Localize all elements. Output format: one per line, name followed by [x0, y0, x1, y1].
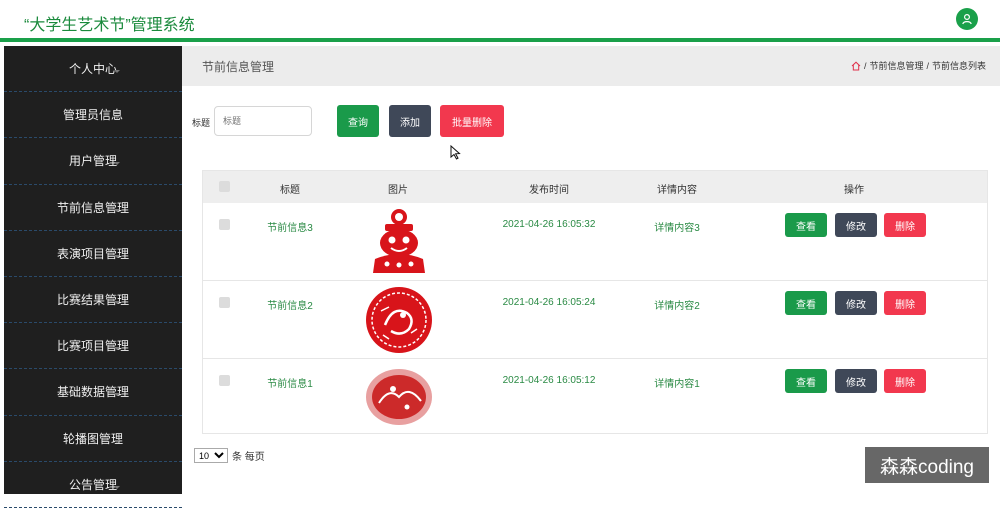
papercut-round-icon [366, 287, 432, 353]
delete-button[interactable]: 删除 [884, 291, 926, 315]
watermark: 森森coding [865, 447, 989, 483]
view-button[interactable]: 查看 [785, 213, 827, 237]
chevron-down-icon [114, 116, 120, 120]
user-avatar-icon[interactable] [956, 8, 978, 30]
cell-publish-time: 2021-04-26 16:05:24 [502, 297, 596, 308]
breadcrumb-separator: / [926, 60, 929, 71]
table-row: 节前信息2 2021-04-26 16:05:24 详情内容2 查看 修改 删除 [203, 281, 987, 359]
chevron-down-icon [114, 347, 120, 351]
column-header-actions: 操作 [844, 185, 864, 196]
cell-title: 节前信息2 [267, 301, 313, 312]
cell-detail: 详情内容1 [654, 379, 700, 390]
row-checkbox[interactable] [219, 297, 230, 308]
sidebar-item-carousel[interactable]: 轮播图管理 [4, 416, 182, 462]
cell-publish-time: 2021-04-26 16:05:12 [502, 375, 596, 386]
mouse-cursor-icon [450, 145, 461, 160]
sidebar-item-admin-info[interactable]: 管理员信息 [4, 92, 182, 139]
main-content: 节前信息管理 / 节前信息管理 / 节前信息列表 标题 查询 添加 批量删除 标… [182, 46, 1000, 494]
column-header-detail: 详情内容 [657, 185, 697, 196]
data-table: 标题 图片 发布时间 详情内容 操作 节前信息3 2021-04-26 16:0… [202, 170, 988, 434]
page-size-suffix: 条 每页 [232, 452, 265, 463]
sidebar-item-base-data[interactable]: 基础数据管理 [4, 369, 182, 416]
breadcrumb-item-list: 节前信息列表 [931, 61, 986, 71]
edit-button[interactable]: 修改 [835, 291, 877, 315]
cell-publish-time: 2021-04-26 16:05:32 [502, 219, 596, 230]
sidebar-item-performance[interactable]: 表演项目管理 [4, 231, 182, 277]
row-checkbox[interactable] [219, 375, 230, 386]
chevron-down-icon [114, 208, 120, 212]
sidebar-item-user-management[interactable]: 用户管理 [4, 138, 182, 185]
table-header: 标题 图片 发布时间 详情内容 操作 [203, 171, 987, 203]
sidebar-item-announcement[interactable]: 公告管理 [4, 462, 182, 508]
sidebar-item-festival-info[interactable]: 节前信息管理 [4, 185, 182, 231]
batch-delete-button[interactable]: 批量删除 [440, 105, 504, 137]
app-title: “大学生艺术节”管理系统 [24, 17, 195, 34]
top-bar: “大学生艺术节”管理系统 [0, 0, 1000, 42]
cell-title: 节前信息1 [267, 379, 313, 390]
delete-button[interactable]: 删除 [884, 213, 926, 237]
sidebar-item-results[interactable]: 比赛结果管理 [4, 277, 182, 324]
chevron-down-icon [114, 393, 120, 397]
papercut-scene-icon [366, 369, 432, 425]
edit-button[interactable]: 修改 [835, 369, 877, 393]
search-label: 标题 [192, 118, 211, 128]
pagination: 10 条 每页 [194, 448, 265, 463]
page-title: 节前信息管理 [202, 60, 275, 74]
select-all-checkbox[interactable] [219, 181, 230, 192]
table-row: 节前信息3 2021-04-26 16:05:32 详情内容3 查看 修改 删除 [203, 203, 987, 281]
sidebar: 个人中心 管理员信息 用户管理 节前信息管理 表演项目管理 比赛结果管理 比赛项… [4, 46, 182, 508]
search-input[interactable] [214, 106, 312, 136]
sidebar-item-personal-center[interactable]: 个人中心 [4, 46, 182, 93]
breadcrumb-bar: 节前信息管理 / 节前信息管理 / 节前信息列表 [182, 46, 1000, 86]
add-button[interactable]: 添加 [389, 105, 431, 137]
delete-button[interactable]: 删除 [884, 369, 926, 393]
row-checkbox[interactable] [219, 219, 230, 230]
chevron-down-icon [114, 439, 120, 443]
chevron-down-icon [114, 162, 120, 166]
page-size-select[interactable]: 10 [194, 448, 228, 463]
table-row: 节前信息1 2021-04-26 16:05:12 详情内容1 查看 修改 删除 [203, 359, 987, 433]
cell-detail: 详情内容2 [654, 301, 700, 312]
breadcrumb: / 节前信息管理 / 节前信息列表 [851, 59, 986, 72]
view-button[interactable]: 查看 [785, 291, 827, 315]
query-button[interactable]: 查询 [337, 105, 379, 137]
chevron-down-icon [114, 254, 120, 258]
column-header-title: 标题 [280, 185, 300, 196]
breadcrumb-item-festival-info[interactable]: 节前信息管理 [869, 59, 923, 72]
column-header-time: 发布时间 [529, 185, 569, 196]
chevron-down-icon [114, 485, 120, 489]
edit-button[interactable]: 修改 [835, 213, 877, 237]
view-button[interactable]: 查看 [785, 369, 827, 393]
cell-detail: 详情内容3 [654, 223, 700, 234]
column-header-image: 图片 [388, 185, 408, 196]
breadcrumb-separator: / [863, 60, 867, 71]
chevron-down-icon [114, 70, 120, 73]
sidebar-item-competition[interactable]: 比赛项目管理 [4, 323, 182, 370]
papercut-figure-icon [373, 209, 425, 273]
home-icon[interactable] [851, 61, 861, 71]
chevron-down-icon [114, 300, 120, 304]
cell-title: 节前信息3 [267, 223, 313, 234]
